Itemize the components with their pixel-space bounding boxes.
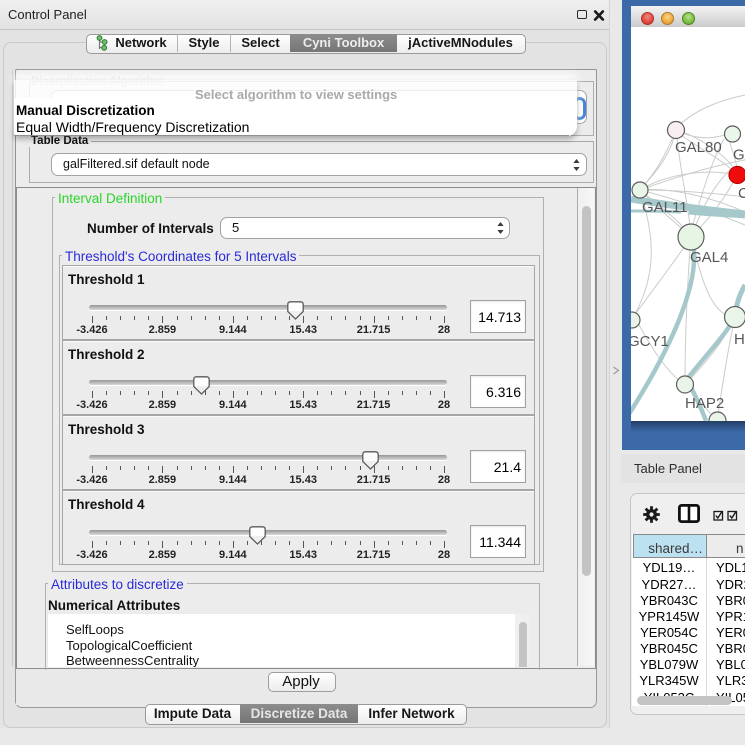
svg-text:GAL11: GAL11 bbox=[642, 199, 688, 216]
svg-text:C: C bbox=[738, 185, 745, 202]
svg-text:H: H bbox=[734, 331, 745, 348]
svg-text:GCY1: GCY1 bbox=[631, 333, 669, 350]
svg-text:HAP2: HAP2 bbox=[685, 395, 724, 412]
svg-text:GA: GA bbox=[733, 147, 745, 164]
svg-text:GAL80: GAL80 bbox=[675, 139, 722, 156]
svg-text:GAL4: GAL4 bbox=[690, 249, 728, 266]
